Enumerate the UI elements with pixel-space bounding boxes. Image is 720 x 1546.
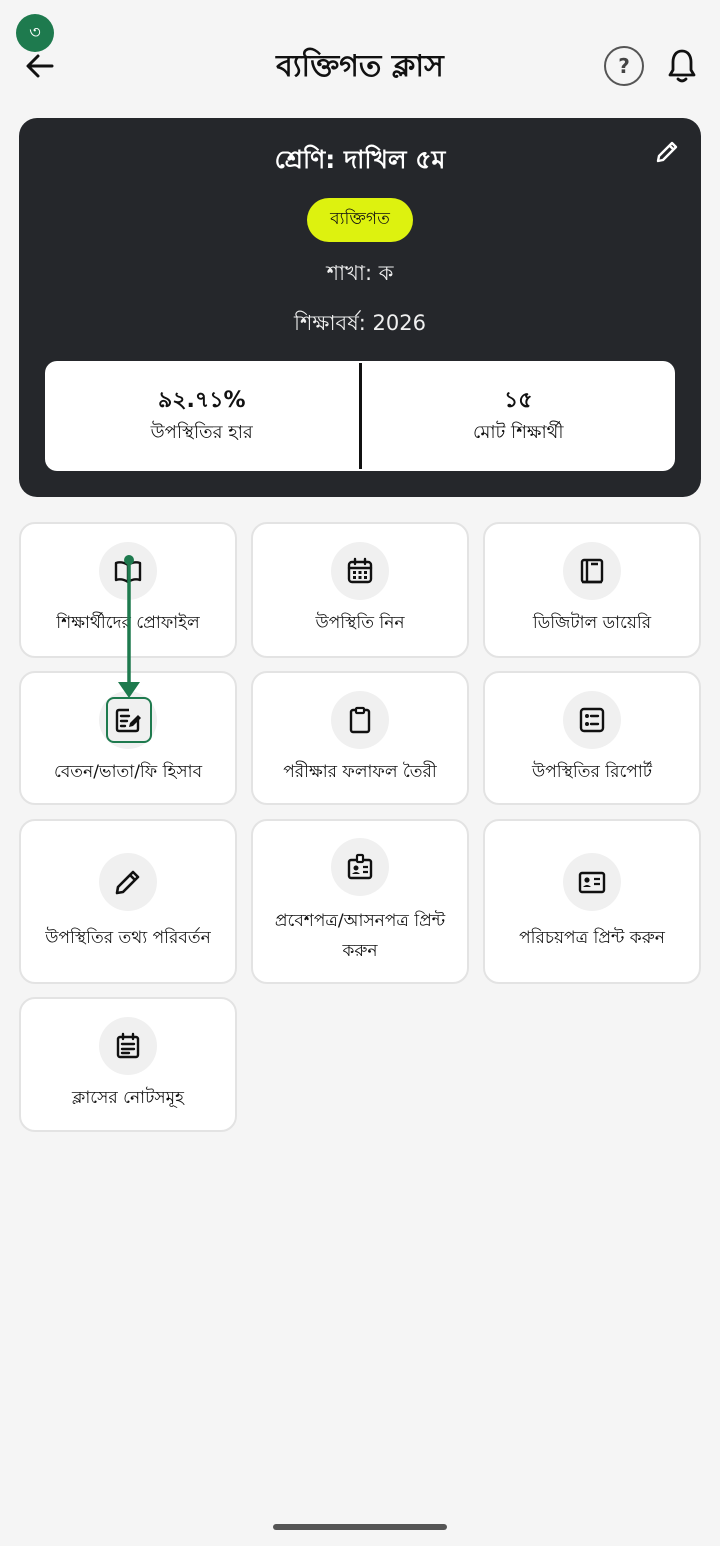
help-icon: ? [618,54,630,78]
bell-icon [668,49,696,83]
pencil-icon [99,853,157,911]
tile-label: উপস্থিতির রিপোর্ট [531,762,653,782]
total-students-stat: ১৫ মোট শিক্ষার্থী [362,361,676,471]
total-students-label: মোট শিক্ষার্থী [473,422,564,443]
tile-label: ডিজিটাল ডায়েরি [532,613,652,633]
tile-label: ক্লাসের নোটসমূহ [72,1088,184,1108]
attendance-rate-label: উপস্থিতির হার [150,422,253,443]
diary-icon [563,542,621,600]
class-grade: শ্রেণি: দাখিল ৫ম [274,145,446,174]
stats-box: ৯২.৭১% উপস্থিতির হার ১৫ মোট শিক্ষার্থী [45,361,675,471]
tile-label: পরীক্ষার ফলাফল তৈরী [283,762,437,782]
attendance-rate-stat: ৯২.৭১% উপস্থিতির হার [45,361,359,471]
tile-edit-attendance[interactable]: উপস্থিতির তথ্য পরিবর্তন [19,819,237,984]
step-badge: ৩ [16,14,54,52]
tile-id-card-print[interactable]: পরিচয়পত্র প্রিন্ট করুন [483,819,701,984]
class-type-badge: ব্যক্তিগত [307,198,413,242]
tile-label: উপস্থিতি নিন [315,613,405,633]
tile-take-attendance[interactable]: উপস্থিতি নিন [251,522,469,658]
class-summary-card: শ্রেণি: দাখিল ৫ম ব্যক্তিগত শাখা: ক শিক্ষ… [19,118,701,497]
tile-label: উপস্থিতির তথ্য পরিবর্তন [45,928,211,948]
notification-button[interactable] [662,44,702,88]
home-indicator[interactable] [273,1524,447,1530]
tile-digital-diary[interactable]: ডিজিটাল ডায়েরি [483,522,701,658]
highlight-box [106,697,152,743]
tile-label: প্রবেশপত্র/আসনপত্র প্রিন্ট করুন [274,911,446,961]
app-header: ৩ ব্যক্তিগত ক্লাস ? [0,0,720,118]
id-badge-icon [331,838,389,896]
tile-label: বেতন/ভাতা/ফি হিসাব [53,762,203,782]
tile-attendance-report[interactable]: উপস্থিতির রিপোর্ট [483,671,701,805]
list-report-icon [563,691,621,749]
clipboard-icon [331,691,389,749]
tile-label: পরিচয়পত্র প্রিন্ট করুন [519,928,665,948]
tile-admit-card-print[interactable]: প্রবেশপত্র/আসনপত্র প্রিন্ট করুন [251,819,469,984]
academic-year: শিক্ষাবর্ষ: 2026 [294,311,426,335]
class-section: শাখা: ক [326,261,394,285]
total-students-value: ১৫ [503,388,533,413]
arrow-down-icon [118,555,140,698]
tile-exam-result[interactable]: পরীক্ষার ফলাফল তৈরী [251,671,469,805]
help-button[interactable]: ? [604,46,644,86]
tile-class-notes[interactable]: ক্লাসের নোটসমূহ [19,997,237,1132]
id-card-icon [563,853,621,911]
notes-icon [99,1017,157,1075]
attendance-rate-value: ৯২.৭১% [157,388,246,413]
calendar-icon [331,542,389,600]
